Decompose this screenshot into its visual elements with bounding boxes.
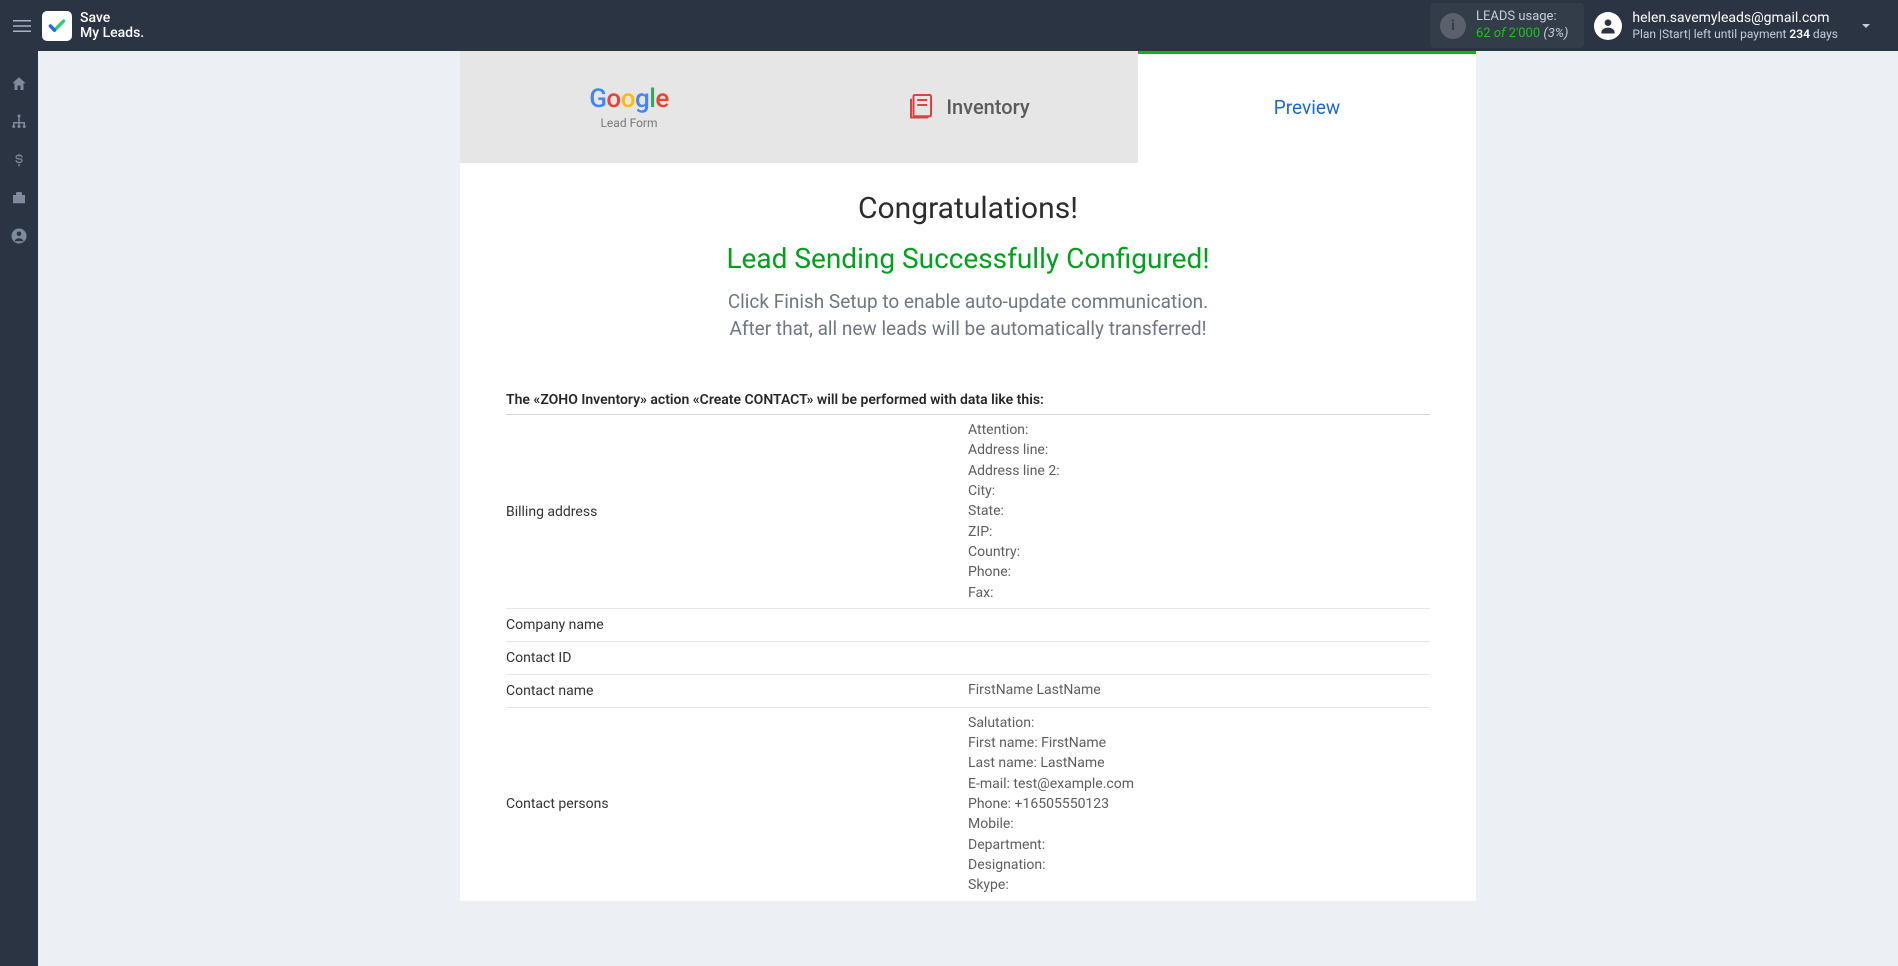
sidebar-item-toolbox[interactable]	[0, 187, 38, 209]
row-label: Contact name	[506, 675, 968, 707]
tab-destination-label-wrap: Inventory	[906, 90, 1029, 125]
table-row: Contact persons Salutation: First name: …	[506, 708, 1430, 901]
table-row: Contact ID	[506, 642, 1430, 675]
row-value: FirstName LastName	[968, 675, 1430, 707]
table-row: Company name	[506, 609, 1430, 642]
inventory-icon	[906, 90, 936, 125]
leads-used: 62	[1476, 26, 1491, 41]
tab-preview-label: Preview	[1274, 96, 1340, 119]
sidebar-item-profile[interactable]	[0, 225, 38, 247]
instruction-line2: After that, all new leads will be automa…	[460, 316, 1476, 343]
logo-text: Save My Leads.	[80, 11, 144, 40]
sidebar-item-home[interactable]	[0, 73, 38, 95]
instruction-text: Click Finish Setup to enable auto-update…	[460, 289, 1476, 342]
tab-destination-label: Inventory	[946, 95, 1029, 119]
top-header: Save My Leads. i LEADS usage: 62 of 2'00…	[0, 0, 1898, 51]
tab-source-sub: Lead Form	[600, 116, 657, 130]
logo-line2: My Leads.	[80, 26, 144, 41]
content: Google Lead Form Inventory Preview Congr…	[38, 51, 1898, 901]
row-label: Billing address	[506, 415, 968, 608]
leads-usage-numbers: 62 of 2'000 (3%)	[1476, 26, 1568, 43]
sidebar-item-billing[interactable]	[0, 149, 38, 171]
action-intro: The «ZOHO Inventory» action «Create CONT…	[506, 392, 1430, 415]
leads-pct: (3%)	[1543, 26, 1568, 41]
chevron-down-icon[interactable]	[1846, 18, 1886, 34]
tab-source[interactable]: Google Lead Form	[460, 51, 799, 163]
leads-total: 2'000	[1509, 26, 1541, 41]
tabs-row: Google Lead Form Inventory Preview	[460, 51, 1476, 163]
plan-name: Start	[1662, 27, 1688, 41]
logo-icon	[42, 11, 72, 41]
logo-line1: Save	[80, 11, 144, 26]
table-row: Billing address Attention: Address line:…	[506, 415, 1430, 609]
account-email: helen.savemyleads@gmail.com	[1632, 10, 1838, 27]
account-menu[interactable]: helen.savemyleads@gmail.com Plan |Start|…	[1594, 10, 1846, 41]
leads-usage-text: LEADS usage: 62 of 2'000 (3%)	[1476, 9, 1568, 43]
google-logo: Google	[589, 84, 669, 114]
plan-prefix: Plan |	[1632, 27, 1662, 41]
tab-destination[interactable]: Inventory	[799, 51, 1138, 163]
account-text: helen.savemyleads@gmail.com Plan |Start|…	[1632, 10, 1838, 41]
leads-usage-widget[interactable]: i LEADS usage: 62 of 2'000 (3%)	[1430, 3, 1584, 49]
menu-toggle-icon[interactable]	[12, 16, 32, 36]
panel-body: Congratulations! Lead Sending Successful…	[460, 163, 1476, 901]
instruction-line1: Click Finish Setup to enable auto-update…	[460, 289, 1476, 316]
row-label: Company name	[506, 609, 968, 641]
congrats-title: Congratulations!	[460, 191, 1476, 226]
plan-suffix: days	[1810, 27, 1838, 41]
avatar-icon	[1594, 12, 1622, 40]
data-table: Billing address Attention: Address line:…	[506, 415, 1430, 900]
row-value	[968, 609, 1430, 641]
row-label: Contact persons	[506, 708, 968, 901]
success-message: Lead Sending Successfully Configured!	[460, 242, 1476, 275]
row-value	[968, 642, 1430, 674]
row-value: Salutation: First name: FirstName Last n…	[968, 708, 1430, 901]
leads-of: of	[1494, 26, 1506, 41]
table-row: Contact name FirstName LastName	[506, 675, 1430, 708]
account-plan: Plan |Start| left until payment 234 days	[1632, 27, 1838, 41]
plan-days: 234	[1789, 27, 1810, 41]
main-panel: Google Lead Form Inventory Preview Congr…	[460, 51, 1476, 901]
tab-preview[interactable]: Preview	[1138, 51, 1476, 163]
row-label: Contact ID	[506, 642, 968, 674]
plan-mid: | left until payment	[1688, 27, 1790, 41]
logo[interactable]: Save My Leads.	[42, 11, 144, 41]
sidebar-item-flows[interactable]	[0, 111, 38, 133]
leads-usage-label: LEADS usage:	[1476, 9, 1568, 26]
info-icon: i	[1440, 13, 1466, 39]
left-sidebar	[0, 51, 38, 966]
row-value: Attention: Address line: Address line 2:…	[968, 415, 1430, 608]
